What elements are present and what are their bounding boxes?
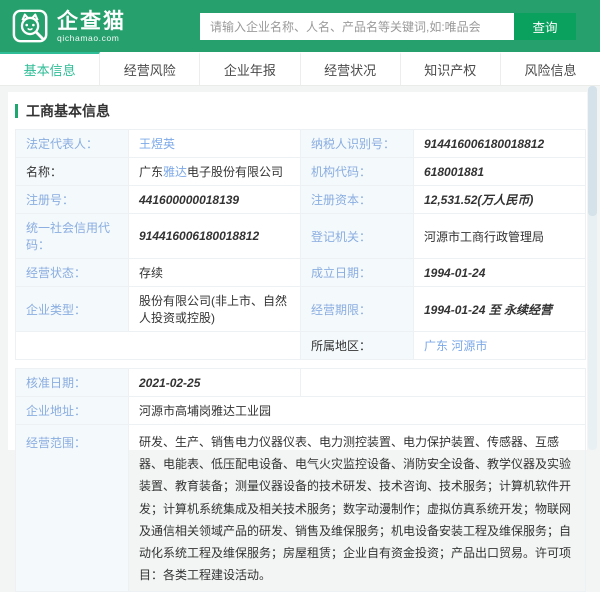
field-value-legal-rep: 王煜英 bbox=[129, 130, 301, 158]
business-info-card: 工商基本信息 法定代表人： 王煜英 纳税人识别号： 91441600618001… bbox=[8, 92, 587, 450]
field-label-authority: 登记机关： bbox=[301, 214, 414, 259]
brand-name: 企查猫 bbox=[57, 10, 126, 33]
field-value-reg-capital: 12,531.52(万人民币) bbox=[414, 186, 586, 214]
search-input[interactable] bbox=[200, 13, 514, 40]
tab-basic-info[interactable]: 基本信息 bbox=[0, 52, 100, 85]
region-province-link[interactable]: 广东 bbox=[424, 339, 448, 353]
field-value-org-code: 618001881 bbox=[414, 158, 586, 186]
legal-rep-link[interactable]: 王煜英 bbox=[139, 137, 175, 151]
field-value-name: 广东雅达电子股份有限公司 bbox=[129, 158, 301, 186]
address-scope-table: 核准日期： 2021-02-25 企业地址： 河源市高埔岗雅达工业园 经营范围：… bbox=[15, 368, 586, 592]
field-label-approval-date: 核准日期： bbox=[16, 369, 129, 397]
table-row: 核准日期： 2021-02-25 bbox=[16, 369, 586, 397]
cat-magnifier-icon bbox=[12, 7, 50, 45]
field-label-org-code: 机构代码： bbox=[301, 158, 414, 186]
registration-info-table: 法定代表人： 王煜英 纳税人识别号： 914416006180018812 名称… bbox=[15, 129, 586, 360]
field-label-credit-code: 统一社会信用代码： bbox=[16, 214, 129, 259]
scrollbar[interactable] bbox=[588, 86, 597, 450]
empty-cell bbox=[301, 369, 586, 397]
field-label-legal-rep: 法定代表人： bbox=[16, 130, 129, 158]
tab-annual-report[interactable]: 企业年报 bbox=[200, 52, 300, 85]
field-value-term: 1994-01-24 至 永续经营 bbox=[414, 287, 586, 332]
tab-operating-risk[interactable]: 经营风险 bbox=[100, 52, 200, 85]
brand-domain: qichamao.com bbox=[57, 33, 126, 43]
field-value-region: 广东 河源市 bbox=[414, 332, 586, 360]
region-city-link[interactable]: 河源市 bbox=[451, 339, 487, 353]
table-row: 统一社会信用代码： 914416006180018812 登记机关： 河源市工商… bbox=[16, 214, 586, 259]
empty-cell bbox=[16, 332, 301, 360]
table-row: 企业地址： 河源市高埔岗雅达工业园 bbox=[16, 397, 586, 425]
field-value-approval-date: 2021-02-25 bbox=[129, 369, 301, 397]
field-value-address: 河源市高埔岗雅达工业园 bbox=[129, 397, 586, 425]
table-row: 企业类型： 股份有限公司(非上市、自然人投资或控股) 经营期限： 1994-01… bbox=[16, 287, 586, 332]
tab-risk-info[interactable]: 风险信息 bbox=[501, 52, 600, 85]
field-value-tax-id: 914416006180018812 bbox=[414, 130, 586, 158]
field-label-tax-id: 纳税人识别号： bbox=[301, 130, 414, 158]
section-accent-bar bbox=[15, 104, 18, 118]
company-name-prefix: 广东 bbox=[139, 165, 163, 179]
table-row: 法定代表人： 王煜英 纳税人识别号： 914416006180018812 bbox=[16, 130, 586, 158]
field-label-status: 经营状态： bbox=[16, 259, 129, 287]
table-row: 注册号： 441600000018139 注册资本： 12,531.52(万人民… bbox=[16, 186, 586, 214]
field-value-credit-code: 914416006180018812 bbox=[129, 214, 301, 259]
field-label-name: 名称： bbox=[16, 158, 129, 186]
field-label-region: 所属地区： bbox=[301, 332, 414, 360]
tab-operating-status[interactable]: 经营状况 bbox=[301, 52, 401, 85]
table-row: 经营状态： 存续 成立日期： 1994-01-24 bbox=[16, 259, 586, 287]
field-label-establish-date: 成立日期： bbox=[301, 259, 414, 287]
tab-bar: 基本信息 经营风险 企业年报 经营状况 知识产权 风险信息 bbox=[0, 52, 600, 86]
field-value-authority: 河源市工商行政管理局 bbox=[414, 214, 586, 259]
scrollbar-thumb[interactable] bbox=[588, 86, 597, 216]
company-name-link[interactable]: 雅达 bbox=[163, 165, 187, 179]
field-label-reg-capital: 注册资本： bbox=[301, 186, 414, 214]
tab-intellectual-property[interactable]: 知识产权 bbox=[401, 52, 501, 85]
section-header: 工商基本信息 bbox=[8, 92, 587, 129]
top-header: 企查猫 qichamao.com 查询 bbox=[0, 0, 600, 52]
table-row: 名称： 广东雅达电子股份有限公司 机构代码： 618001881 bbox=[16, 158, 586, 186]
field-value-status: 存续 bbox=[129, 259, 301, 287]
company-name-suffix: 电子股份有限公司 bbox=[187, 165, 283, 179]
field-label-address: 企业地址： bbox=[16, 397, 129, 425]
field-value-reg-no: 441600000018139 bbox=[129, 186, 301, 214]
field-label-term: 经营期限： bbox=[301, 287, 414, 332]
field-value-establish-date: 1994-01-24 bbox=[414, 259, 586, 287]
search-button[interactable]: 查询 bbox=[514, 13, 576, 40]
field-label-company-type: 企业类型： bbox=[16, 287, 129, 332]
search-bar: 查询 bbox=[200, 13, 576, 40]
field-value-company-type: 股份有限公司(非上市、自然人投资或控股) bbox=[129, 287, 301, 332]
brand-text: 企查猫 qichamao.com bbox=[57, 10, 126, 43]
field-label-reg-no: 注册号： bbox=[16, 186, 129, 214]
qichamao-logo[interactable]: 企查猫 qichamao.com bbox=[12, 7, 126, 45]
section-title: 工商基本信息 bbox=[26, 101, 110, 121]
table-row: 所属地区： 广东 河源市 bbox=[16, 332, 586, 360]
